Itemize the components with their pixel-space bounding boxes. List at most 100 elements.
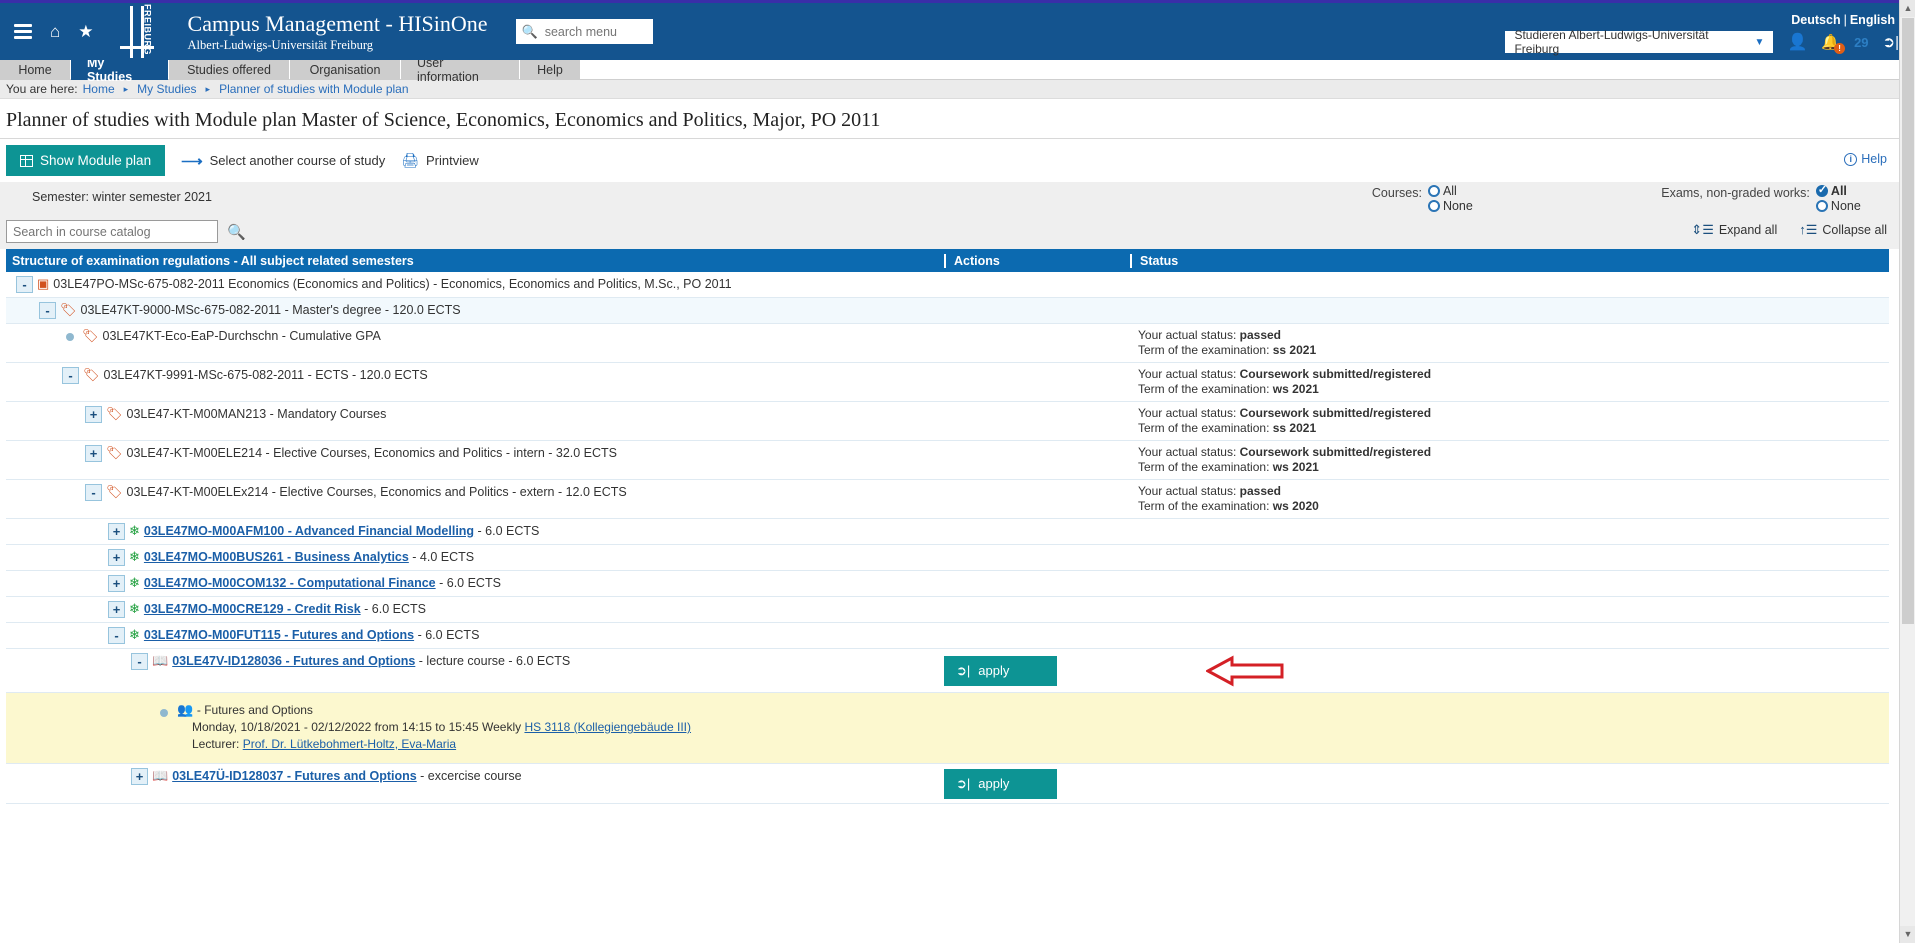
lang-de-link[interactable]: Deutsch — [1791, 13, 1840, 27]
tab-user-information[interactable]: User information — [401, 56, 519, 84]
row-toggle[interactable]: + — [108, 549, 125, 566]
module-icon: ❄ — [129, 601, 140, 616]
help-link[interactable]: i Help — [1844, 152, 1887, 166]
course-link[interactable]: 03LE47V-ID128036 - Futures and Options — [172, 654, 415, 668]
select-another-course-link[interactable]: ⟶ Select another course of study — [181, 152, 385, 170]
expand-all-button[interactable]: ⇕☰ Expand all — [1691, 222, 1777, 238]
row-toggle[interactable]: + — [108, 523, 125, 540]
row-status — [1130, 693, 1889, 763]
row-actions — [944, 545, 1130, 570]
collapse-all-button[interactable]: ↑☰ Collapse all — [1799, 222, 1887, 238]
term-value: ss 2021 — [1272, 421, 1317, 435]
row-toggle[interactable]: - — [16, 276, 33, 293]
show-module-plan-label: Show Module plan — [40, 153, 152, 168]
tab-home[interactable]: Home — [0, 60, 70, 80]
detail-lecturer-link[interactable]: Prof. Dr. Lütkebohmert-Holtz, Eva-Maria — [243, 737, 456, 751]
tab-organisation[interactable]: Organisation — [290, 60, 400, 80]
table-row[interactable]: + 📖 03LE47Ü-ID128037 - Futures and Optio… — [6, 764, 1889, 804]
lang-en-link[interactable]: English — [1850, 13, 1895, 27]
menu-search-input[interactable] — [542, 23, 653, 40]
term-value: ws 2021 — [1272, 460, 1319, 474]
notification-badge: ! — [1834, 43, 1846, 54]
row-label: 03LE47MO-M00COM132 - Computational Finan… — [144, 575, 501, 592]
apply-button-label: apply — [978, 776, 1010, 791]
notifications-icon[interactable]: 🔔! — [1821, 33, 1846, 54]
row-toggle[interactable]: - — [85, 484, 102, 501]
breadcrumb-item-current[interactable]: Planner of studies with Module plan — [219, 82, 408, 96]
status-label: Your actual status: — [1138, 445, 1237, 459]
tab-studies-offered[interactable]: Studies offered — [169, 60, 289, 80]
home-icon[interactable]: ⌂ — [50, 23, 60, 40]
header-icon-group: ⌂ ★ — [0, 21, 94, 42]
menu-hamburger-icon[interactable] — [14, 21, 32, 42]
show-module-plan-button[interactable]: Show Module plan — [6, 145, 166, 176]
logout-icon[interactable]: ➲| — [1883, 33, 1899, 51]
courses-option-all[interactable]: All — [1427, 184, 1533, 198]
row-toggle[interactable]: + — [108, 601, 125, 618]
table-row[interactable]: - 🏷 03LE47KT-9000-MSc-675-082-2011 - Mas… — [6, 298, 1889, 324]
status-value: passed — [1239, 328, 1281, 342]
message-count[interactable]: 29 — [1854, 35, 1868, 50]
module-link[interactable]: 03LE47MO-M00BUS261 - Business Analytics — [144, 550, 409, 564]
table-header-row: Structure of examination regulations - A… — [6, 249, 1889, 272]
vertical-scrollbar[interactable]: ▲ ▼ — [1899, 0, 1915, 943]
star-icon[interactable]: ★ — [78, 23, 93, 40]
row-toggle[interactable]: + — [131, 768, 148, 785]
row-toggle[interactable]: + — [85, 406, 102, 423]
user-icon[interactable]: 👤 — [1787, 32, 1807, 52]
tab-help[interactable]: Help — [520, 60, 580, 80]
status-value: passed — [1239, 484, 1281, 498]
app-subtitle: Albert-Ludwigs-Universität Freiburg — [187, 37, 374, 52]
table-row[interactable]: - ▣ 03LE47PO-MSc-675-082-2011 Economics … — [6, 272, 1889, 298]
scroll-down-arrow-icon[interactable]: ▼ — [1900, 926, 1915, 943]
tag-icon: 🏷 — [82, 328, 99, 343]
module-link[interactable]: 03LE47MO-M00COM132 - Computational Finan… — [144, 576, 436, 590]
table-row[interactable]: - 🏷 03LE47-KT-M00ELEx214 - Elective Cour… — [6, 480, 1889, 519]
course-catalog-search-input[interactable] — [6, 220, 218, 243]
table-row[interactable]: + ❄ 03LE47MO-M00COM132 - Computational F… — [6, 571, 1889, 597]
row-label: 03LE47MO-M00BUS261 - Business Analytics … — [144, 549, 474, 566]
apply-button[interactable]: ➲| apply — [944, 655, 1057, 686]
row-suffix: - 4.0 ECTS — [408, 550, 475, 564]
module-link[interactable]: 03LE47MO-M00CRE129 - Credit Risk — [144, 602, 361, 616]
table-row[interactable]: - 🏷 03LE47KT-9991-MSc-675-082-2011 - ECT… — [6, 363, 1889, 402]
breadcrumb-item-my-studies[interactable]: My Studies — [137, 82, 196, 96]
breadcrumb-item-home[interactable]: Home — [83, 82, 115, 96]
main-navigation: Home My Studies Studies offered Organisa… — [0, 56, 1915, 84]
detail-room-link[interactable]: HS 3118 (Kollegiengebäude III) — [524, 720, 691, 734]
table-row[interactable]: + 🏷 03LE47-KT-M00ELE214 - Elective Cours… — [6, 441, 1889, 480]
table-row[interactable]: + ❄ 03LE47MO-M00AFM100 - Advanced Financ… — [6, 519, 1889, 545]
row-toggle[interactable]: - — [39, 302, 56, 319]
term-label: Term of the examination: — [1138, 460, 1270, 474]
scrollbar-thumb[interactable] — [1902, 18, 1914, 624]
row-actions — [944, 298, 1130, 323]
table-row[interactable]: + 🏷 03LE47-KT-M00MAN213 - Mandatory Cour… — [6, 402, 1889, 441]
table-row[interactable]: - ❄ 03LE47MO-M00FUT115 - Futures and Opt… — [6, 623, 1889, 649]
row-status — [1130, 272, 1889, 297]
row-label: 03LE47PO-MSc-675-082-2011 Economics (Eco… — [53, 277, 732, 291]
catalog-search-icon[interactable]: 🔍 — [227, 223, 246, 241]
module-link[interactable]: 03LE47MO-M00FUT115 - Futures and Options — [144, 628, 414, 642]
scroll-up-arrow-icon[interactable]: ▲ — [1900, 0, 1915, 17]
term-label: Term of the examination: — [1138, 499, 1270, 513]
language-switcher: Deutsch | English — [1791, 13, 1895, 27]
row-toggle[interactable]: - — [131, 653, 148, 670]
row-toggle[interactable]: - — [62, 367, 79, 384]
table-row[interactable]: + ❄ 03LE47MO-M00BUS261 - Business Analyt… — [6, 545, 1889, 571]
table-row[interactable]: 🏷 03LE47KT-Eco-EaP-Durchschn - Cumulativ… — [6, 324, 1889, 363]
context-select[interactable]: Studieren Albert-Ludwigs-Universität Fre… — [1505, 28, 1774, 56]
menu-search-box[interactable]: 🔍 — [515, 19, 653, 44]
row-toggle[interactable]: - — [108, 627, 125, 644]
courses-option-none[interactable]: None — [1427, 199, 1533, 213]
row-toggle[interactable]: + — [85, 445, 102, 462]
module-link[interactable]: 03LE47MO-M00AFM100 - Advanced Financial … — [144, 524, 474, 538]
tab-my-studies[interactable]: My Studies — [71, 56, 168, 84]
table-row[interactable]: + ❄ 03LE47MO-M00CRE129 - Credit Risk - 6… — [6, 597, 1889, 623]
tag-icon: 🏷 — [83, 367, 100, 382]
printview-link[interactable]: 🖨 Printview — [401, 152, 479, 169]
apply-button[interactable]: ➲| apply — [944, 768, 1057, 799]
course-link[interactable]: 03LE47Ü-ID128037 - Futures and Options — [172, 769, 417, 783]
table-row[interactable]: - 📖 03LE47V-ID128036 - Futures and Optio… — [6, 649, 1889, 693]
row-status: Your actual status: passed Term of the e… — [1130, 324, 1889, 362]
row-toggle[interactable]: + — [108, 575, 125, 592]
